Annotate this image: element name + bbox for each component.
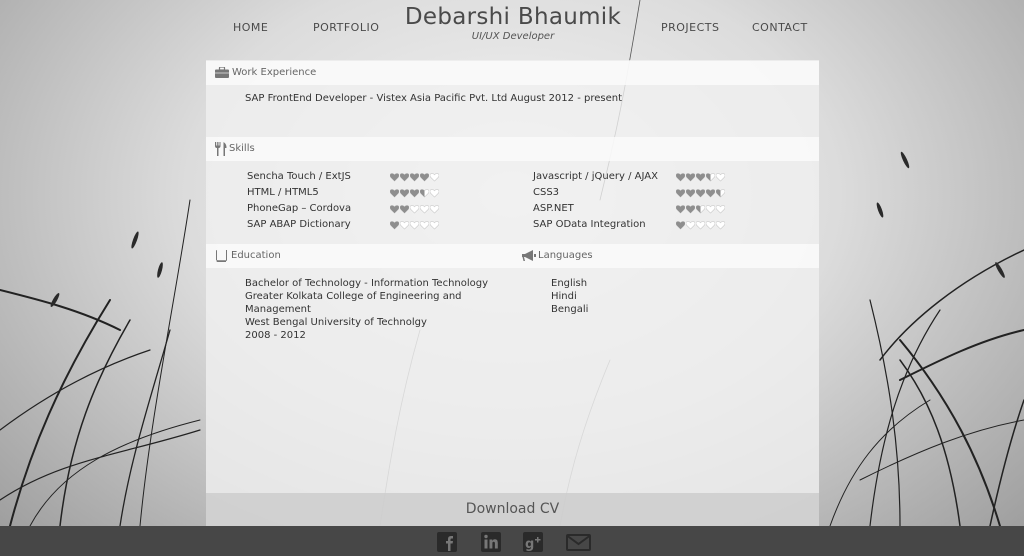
rating-heart-icon [430, 173, 439, 182]
language-item: English [551, 278, 588, 289]
education-line: Bachelor of Technology - Information Tec… [245, 278, 489, 289]
rating-heart-icon [696, 221, 705, 230]
skill-rating [676, 205, 725, 214]
skill-rating [676, 189, 725, 198]
rating-heart-icon [430, 205, 439, 214]
rating-heart-icon [716, 189, 725, 198]
education-line: Greater Kolkata College of Engineering a… [245, 291, 462, 302]
rating-heart-icon [686, 221, 695, 230]
rating-heart-icon [390, 189, 399, 198]
rating-heart-icon [716, 205, 725, 214]
skill-rating [390, 173, 439, 182]
skill-rating [676, 173, 725, 182]
education-line: 2008 - 2012 [245, 330, 306, 341]
facebook-icon[interactable] [436, 531, 458, 553]
megaphone-icon [522, 250, 536, 261]
skill-name: HTML / HTML5 [247, 187, 319, 198]
skill-rating [390, 221, 439, 230]
work-experience-header: Work Experience [206, 61, 819, 85]
work-experience-title: Work Experience [232, 67, 317, 78]
footer: g [0, 526, 1024, 556]
rating-heart-icon [706, 221, 715, 230]
briefcase-icon [215, 67, 229, 78]
education-languages-header: Education Languages [206, 244, 819, 268]
skill-item: ASP.NET [533, 203, 793, 219]
rating-heart-icon [410, 221, 419, 230]
education-title: Education [231, 250, 281, 261]
education-line: Management [245, 304, 311, 315]
skill-rating [676, 221, 725, 230]
rating-heart-icon [420, 221, 429, 230]
rating-heart-icon [696, 173, 705, 182]
fork-knife-icon [215, 142, 227, 156]
rating-heart-icon [706, 205, 715, 214]
brand-tagline: UI/UX Developer [471, 31, 555, 42]
skill-item: Sencha Touch / ExtJS [247, 171, 507, 187]
language-item: Bengali [551, 304, 589, 315]
rating-heart-icon [420, 189, 429, 198]
rating-heart-icon [676, 205, 685, 214]
rating-heart-icon [390, 221, 399, 230]
education-line: West Bengal University of Technolgy [245, 317, 427, 328]
skill-name: CSS3 [533, 187, 560, 198]
brand: Debarshi Bhaumik UI/UX Developer [396, 2, 630, 42]
skill-item: PhoneGap – Cordova [247, 203, 507, 219]
nav-contact[interactable]: CONTACT [752, 21, 808, 34]
resume-panel: Work Experience SAP FrontEnd Developer -… [206, 60, 819, 526]
skills-header: Skills [206, 137, 819, 161]
skill-item: SAP ABAP Dictionary [247, 219, 507, 235]
rating-heart-icon [390, 205, 399, 214]
rating-heart-icon [696, 189, 705, 198]
languages-title: Languages [538, 250, 593, 261]
skills-title: Skills [229, 143, 255, 154]
skill-item: Javascript / jQuery / AJAX [533, 171, 793, 187]
rating-heart-icon [686, 189, 695, 198]
nav-home[interactable]: HOME [233, 21, 268, 34]
skill-item: SAP OData Integration [533, 219, 793, 235]
rating-heart-icon [706, 189, 715, 198]
rating-heart-icon [410, 205, 419, 214]
skill-name: SAP OData Integration [533, 219, 646, 230]
skill-rating [390, 189, 439, 198]
skill-item: CSS3 [533, 187, 793, 203]
rating-heart-icon [696, 205, 705, 214]
brand-name: Debarshi Bhaumik [404, 4, 622, 30]
book-icon [216, 250, 227, 262]
rating-heart-icon [716, 173, 725, 182]
rating-heart-icon [706, 173, 715, 182]
rating-heart-icon [676, 221, 685, 230]
download-cv-button[interactable]: Download CV [206, 493, 819, 526]
skill-name: SAP ABAP Dictionary [247, 219, 351, 230]
skill-name: ASP.NET [533, 203, 574, 214]
rating-heart-icon [400, 173, 409, 182]
rating-heart-icon [390, 173, 399, 182]
rating-heart-icon [420, 173, 429, 182]
linkedin-icon[interactable] [480, 531, 502, 553]
skill-name: PhoneGap – Cordova [247, 203, 352, 214]
email-icon[interactable] [566, 531, 591, 553]
work-entry: SAP FrontEnd Developer - Vistex Asia Pac… [245, 93, 623, 104]
rating-heart-icon [400, 205, 409, 214]
rating-heart-icon [430, 221, 439, 230]
google-plus-icon[interactable]: g [522, 531, 544, 553]
nav-projects[interactable]: PROJECTS [661, 21, 720, 34]
nav-portfolio[interactable]: PORTFOLIO [313, 21, 379, 34]
rating-heart-icon [400, 189, 409, 198]
language-item: Hindi [551, 291, 577, 302]
rating-heart-icon [686, 173, 695, 182]
rating-heart-icon [410, 173, 419, 182]
svg-text:g: g [525, 537, 534, 552]
skill-item: HTML / HTML5 [247, 187, 507, 203]
skill-name: Javascript / jQuery / AJAX [533, 171, 658, 182]
rating-heart-icon [430, 189, 439, 198]
rating-heart-icon [676, 173, 685, 182]
rating-heart-icon [716, 221, 725, 230]
rating-heart-icon [676, 189, 685, 198]
rating-heart-icon [686, 205, 695, 214]
rating-heart-icon [400, 221, 409, 230]
rating-heart-icon [410, 189, 419, 198]
skill-rating [390, 205, 439, 214]
rating-heart-icon [420, 205, 429, 214]
skill-name: Sencha Touch / ExtJS [247, 171, 351, 182]
